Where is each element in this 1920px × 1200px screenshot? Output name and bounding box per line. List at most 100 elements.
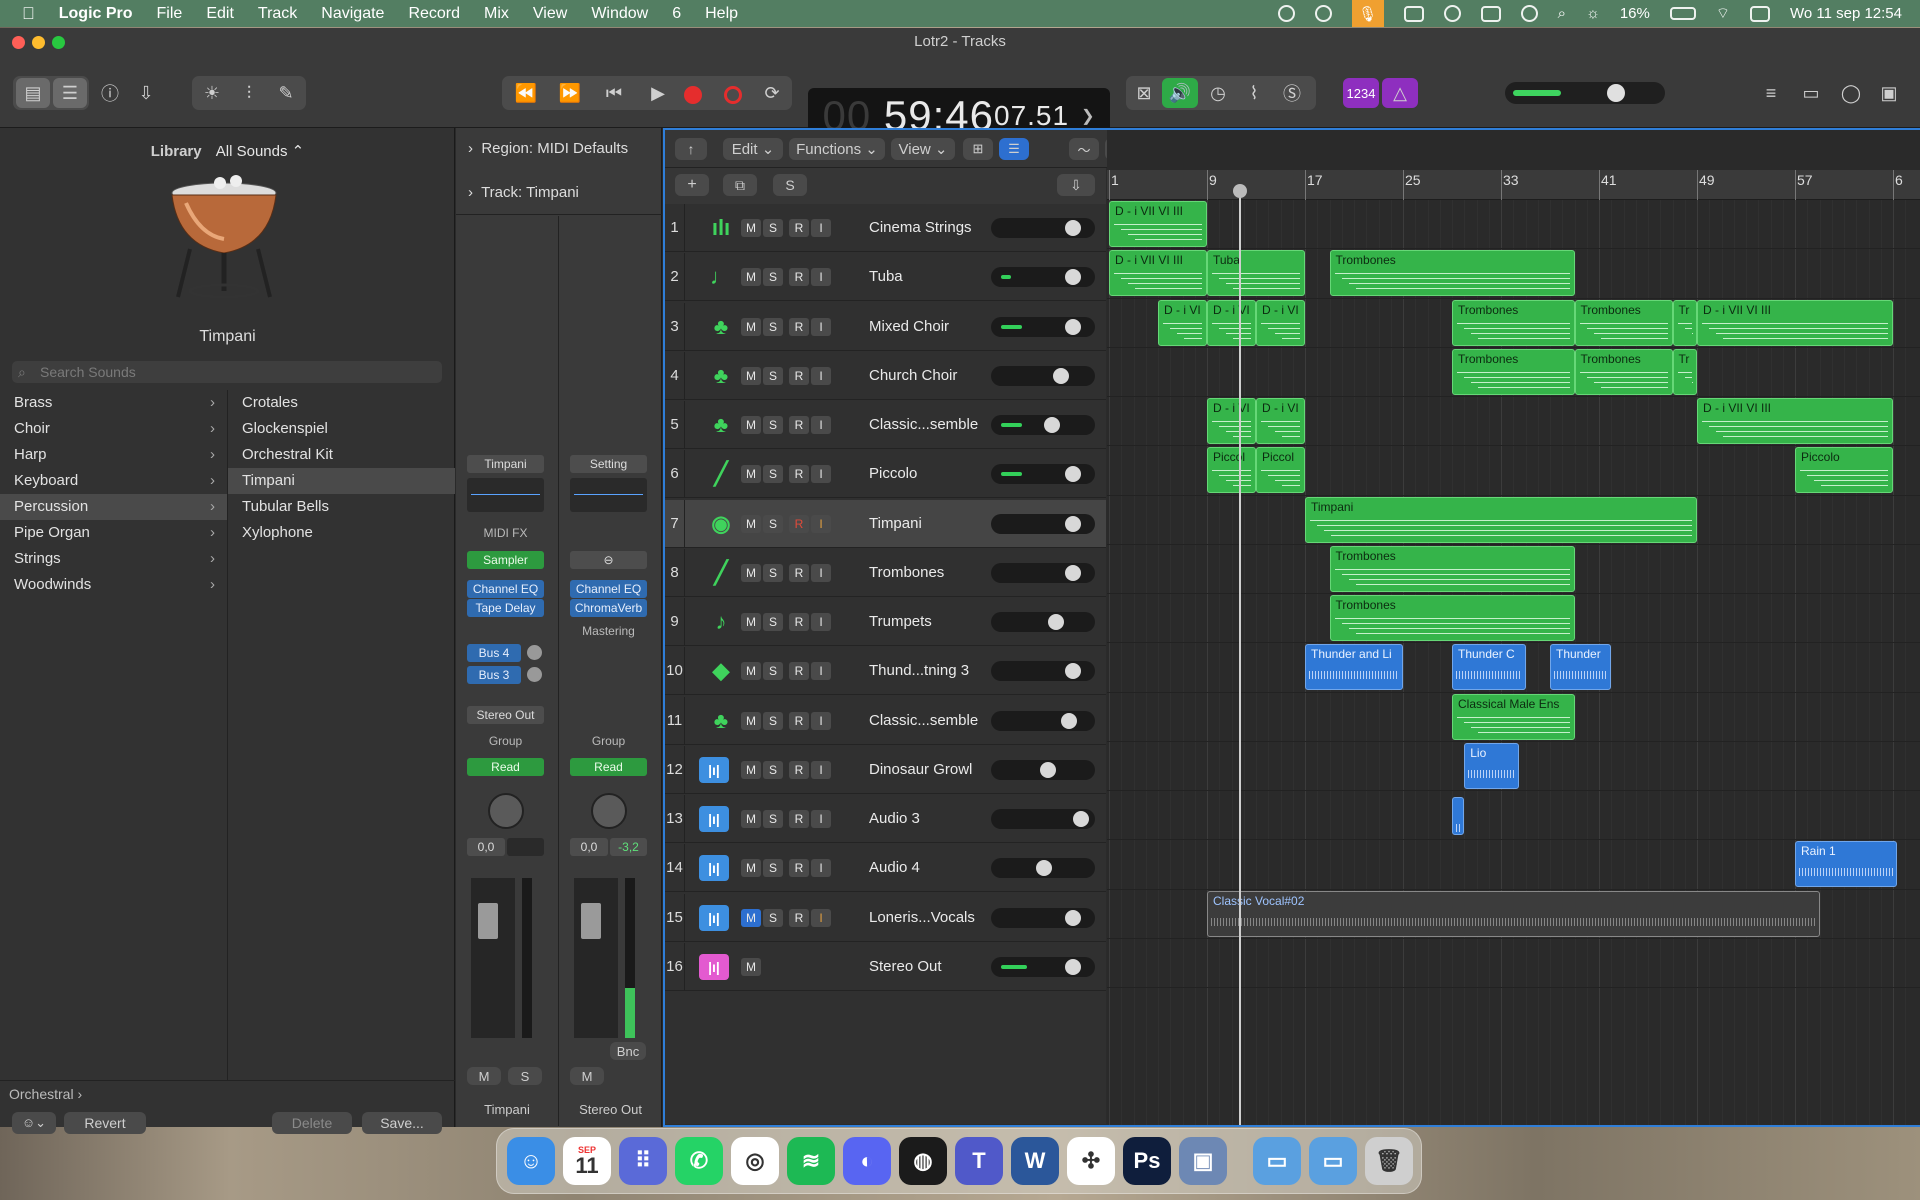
input-monitor-button[interactable]: I [811, 760, 831, 779]
input-monitor-button[interactable]: I [811, 514, 831, 533]
record-enable-button[interactable]: R [789, 219, 809, 237]
track-header-13[interactable]: 13 |ı| M S R I Audio 3 [665, 795, 1106, 843]
record-enable-button[interactable]: R [789, 317, 809, 336]
solo-mode-icon[interactable]: Ⓢ [1278, 78, 1306, 108]
group-slot-2[interactable]: Group [570, 732, 647, 750]
mute-track-button[interactable]: M [741, 908, 761, 927]
menu-view[interactable]: View [533, 5, 567, 23]
midi-region[interactable]: Trombones [1574, 299, 1673, 346]
waveform-icon[interactable]: |ı| [699, 855, 729, 882]
apple-menu-icon[interactable]:  [22, 4, 35, 24]
track-volume-knob[interactable] [1064, 564, 1081, 581]
airplay-status-icon[interactable] [1480, 5, 1501, 22]
playhead[interactable] [1239, 188, 1241, 1125]
sound-timpani[interactable]: Timpani [228, 468, 455, 494]
input-monitor-button[interactable]: I [811, 711, 831, 730]
auto-punch-icon[interactable]: ◷ [1204, 78, 1232, 108]
track-volume-slider[interactable] [991, 415, 1095, 435]
track-volume-slider[interactable] [991, 956, 1095, 977]
track-volume-knob[interactable] [1064, 466, 1081, 483]
midi-region[interactable]: D - i VII VI III [1697, 398, 1893, 444]
track-header-5[interactable]: 5 ♣ M S R I Classic...semble [665, 401, 1106, 449]
go-to-start-icon[interactable]: ⏮ [596, 78, 632, 108]
track-volume-knob[interactable] [1036, 860, 1053, 877]
category-keyboard[interactable]: Keyboard › [0, 468, 227, 494]
solo-track-button[interactable]: S [763, 810, 783, 828]
region-inspector-header[interactable]: › Region: MIDI Defaults [468, 140, 628, 157]
midi-region[interactable]: Tr [1672, 348, 1697, 395]
track-volume-knob[interactable] [1064, 220, 1081, 236]
audio-region[interactable]: Classic Vocal#02 [1207, 890, 1820, 937]
dock-teams-icon[interactable]: T [955, 1137, 1003, 1185]
dock-launchpad-icon[interactable]: ⠿ [619, 1137, 667, 1185]
send-bus-3[interactable]: Bus 3 [467, 666, 521, 684]
mixer-icon[interactable]: ⫶ [233, 78, 265, 108]
pan-knob[interactable] [488, 793, 524, 829]
control-center-icon[interactable] [1749, 5, 1770, 22]
audio-region[interactable]: Rain 1 [1795, 841, 1897, 888]
midi-region[interactable]: Timpani [1305, 496, 1697, 543]
quick-help-icon[interactable]: ⓘ [95, 78, 125, 108]
mute-track-button[interactable]: M [741, 859, 761, 878]
waveform-icon[interactable]: |ı| [699, 904, 729, 931]
midi-region[interactable]: Piccol [1256, 447, 1305, 494]
midi-region[interactable]: Classical Male Ens [1452, 693, 1575, 740]
arrange-grid[interactable]: D - i VII VI III D - i VII VI III Tuba Trom… [1107, 200, 1920, 1125]
sound-glockenspiel[interactable]: Glockenspiel [228, 416, 455, 442]
solo-track-button[interactable]: S [763, 317, 783, 336]
track-volume-knob[interactable] [1064, 663, 1081, 680]
midi-region[interactable]: D - i VI [1207, 299, 1256, 346]
track-volume-slider[interactable] [991, 267, 1095, 288]
mute-track-button[interactable]: M [741, 613, 761, 631]
global-solo-button[interactable]: S [773, 174, 807, 196]
automation-mode-2[interactable]: Read [570, 758, 647, 776]
dock-spotify-icon[interactable]: ≋ [787, 1137, 835, 1185]
automation-icon[interactable]: 〜 [1069, 138, 1099, 160]
dock-chrome-icon[interactable]: ◎ [731, 1137, 779, 1185]
solo-track-button[interactable]: S [763, 908, 783, 927]
record-enable-button[interactable]: R [789, 563, 809, 582]
midi-region[interactable]: Piccolo [1795, 447, 1893, 494]
track-volume-knob[interactable] [1064, 269, 1081, 286]
track-volume-knob[interactable] [1064, 515, 1081, 532]
mute-button[interactable]: M [467, 1067, 501, 1085]
solo-track-button[interactable]: S [763, 711, 783, 730]
browser-icon[interactable]: ▣ [1874, 78, 1904, 108]
setting-button-timpani[interactable]: Timpani [467, 455, 544, 473]
midi-region[interactable]: D - i VII VI III [1109, 201, 1207, 247]
dock-finder-icon[interactable]: ☺ [507, 1137, 555, 1185]
sound-tubular-bells[interactable]: Tubular Bells [228, 494, 455, 520]
collapse-tracks-icon[interactable]: ⇩ [1057, 174, 1095, 196]
rewind-icon[interactable]: ⏪ [508, 78, 544, 108]
midi-region[interactable]: D - i VI [1256, 299, 1305, 346]
mute-track-button[interactable]: M [741, 711, 761, 730]
track-name[interactable]: Cinema Strings [869, 204, 972, 252]
display-status-icon[interactable] [1403, 5, 1424, 22]
track-volume-knob[interactable] [1052, 367, 1069, 384]
track-header-6[interactable]: 6 ╱ M S R I Piccolo [665, 450, 1106, 499]
choir-icon[interactable]: ♣ [703, 409, 739, 441]
dock-trash-icon[interactable]: 🗑 [1365, 1137, 1413, 1185]
piccolo-icon[interactable]: ╱ [703, 458, 739, 490]
track-name[interactable]: Loneris...Vocals [869, 894, 975, 942]
playhead-handle[interactable] [1233, 184, 1247, 198]
track-volume-knob[interactable] [1060, 712, 1077, 729]
track-volume-slider[interactable] [991, 365, 1095, 386]
functions-menu[interactable]: Functions ⌄ [789, 138, 885, 160]
record-enable-button[interactable]: R [789, 366, 809, 385]
track-volume-knob[interactable] [1048, 614, 1065, 630]
spotlight-search-icon[interactable]: ⌕ [1558, 5, 1566, 22]
list-view-icon[interactable]: ☰ [999, 138, 1029, 160]
bar-ruler[interactable]: 1 9 17 25 33 41 49 57 6 [1107, 170, 1920, 200]
midi-region[interactable]: D - i VI [1207, 398, 1256, 444]
view-menu[interactable]: View ⌄ [891, 138, 955, 160]
track-volume-knob[interactable] [1064, 958, 1081, 975]
track-name[interactable]: Audio 3 [869, 795, 920, 843]
track-name[interactable]: Timpani [869, 500, 922, 548]
record-enable-button[interactable]: R [789, 859, 809, 878]
mute-track-button[interactable]: M [741, 317, 761, 336]
category-harp[interactable]: Harp › [0, 442, 227, 468]
wifi-icon[interactable]: ⌔ [1716, 4, 1730, 23]
search-sounds-input[interactable]: ⌕ Search Sounds [12, 361, 442, 383]
minimize-window-button[interactable] [32, 36, 45, 49]
